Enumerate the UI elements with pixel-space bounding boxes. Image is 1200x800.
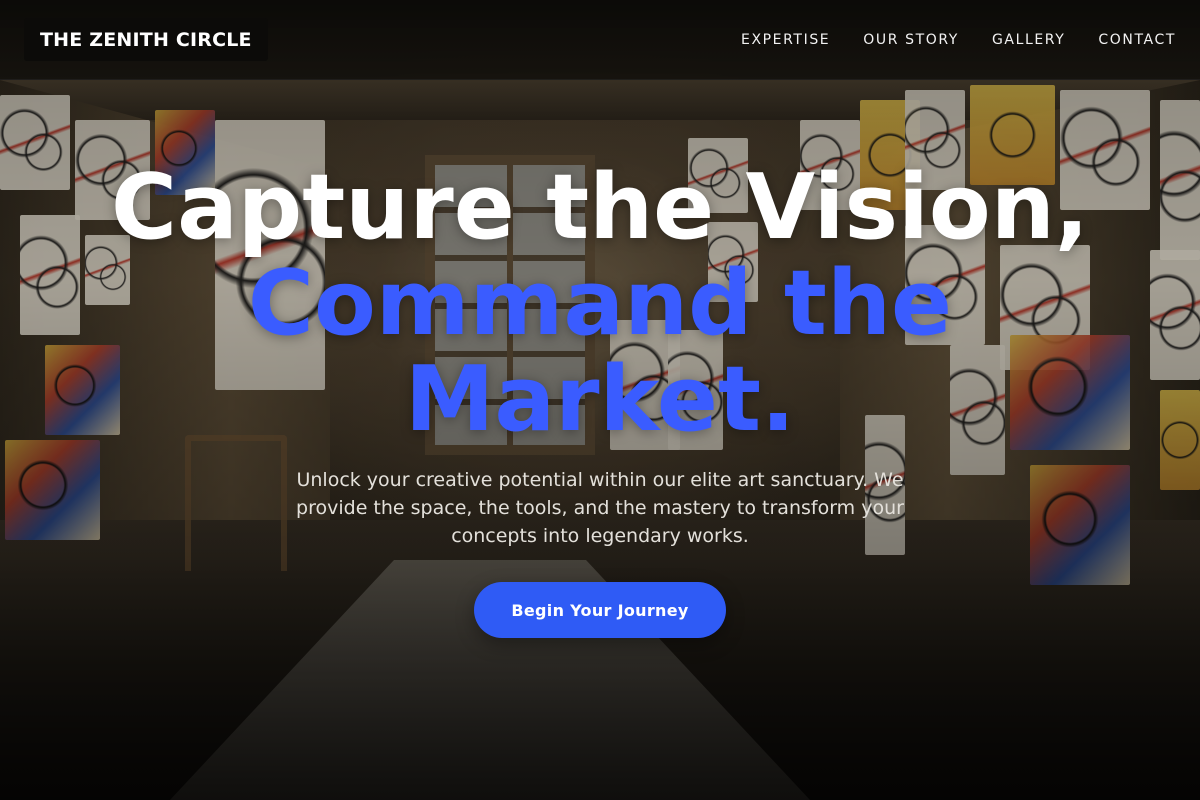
site-header: THE ZENITH CIRCLE EXPERTISE OUR STORY GA… (0, 0, 1200, 80)
nav-link-our-story[interactable]: OUR STORY (863, 32, 959, 48)
nav-link-gallery[interactable]: GALLERY (992, 32, 1065, 48)
hero-description: Unlock your creative potential within ou… (296, 469, 904, 547)
begin-journey-button[interactable]: Begin Your Journey (474, 582, 726, 638)
main-navigation: EXPERTISE OUR STORY GALLERY CONTACT (741, 0, 1176, 80)
brand-logo[interactable]: THE ZENITH CIRCLE (24, 18, 268, 61)
landing-page: THE ZENITH CIRCLE EXPERTISE OUR STORY GA… (0, 0, 1200, 800)
hero-headline-accent: Command the Market. (247, 251, 953, 452)
nav-link-contact[interactable]: CONTACT (1098, 32, 1176, 48)
nav-link-expertise[interactable]: EXPERTISE (741, 32, 830, 48)
hero-headline: Capture the Vision, Command the Market. (0, 160, 1200, 448)
hero-section: Capture the Vision, Command the Market. … (0, 80, 1200, 800)
hero-headline-primary: Capture the Vision, (111, 155, 1089, 260)
